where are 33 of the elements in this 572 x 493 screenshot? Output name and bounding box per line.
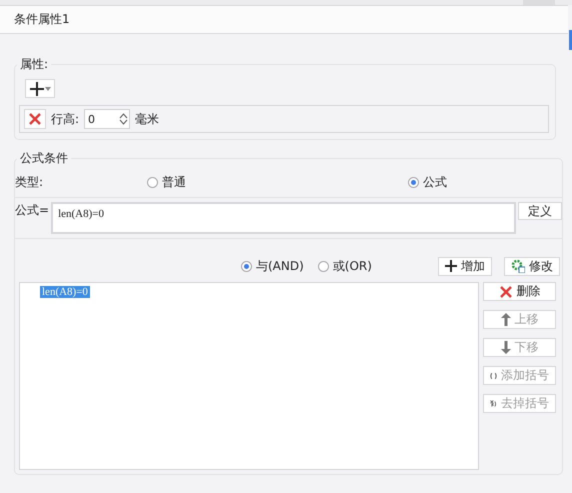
delete-button[interactable]: 删除: [483, 282, 556, 301]
spin-up-icon: [119, 113, 128, 119]
radio-button[interactable]: 公式: [408, 174, 448, 190]
radio-button[interactable]: 普通: [147, 174, 186, 190]
group-legend: 属性:: [17, 56, 52, 73]
field-label: 公式=: [15, 202, 50, 219]
formula-field[interactable]: len(A8)=0: [51, 202, 516, 234]
number-spinner[interactable]: 0: [84, 109, 130, 129]
radio-label: 与(AND): [256, 258, 304, 274]
plus-icon: [30, 82, 44, 96]
remove-button[interactable]: [24, 109, 46, 129]
radio-label: 普通: [162, 174, 186, 190]
plus-icon: [445, 260, 457, 272]
panel-title: 条件属性1: [14, 11, 70, 28]
up-arrow-icon: [500, 313, 510, 326]
delete-icon: [28, 112, 42, 126]
field-label: 行高:: [51, 110, 80, 128]
caret-icon: [44, 86, 50, 90]
field-label: 类型:: [15, 174, 44, 190]
radio-label: 或(OR): [332, 258, 372, 274]
add-button[interactable]: 增加: [438, 256, 492, 276]
radio-label: 公式: [423, 174, 448, 190]
spin-down-icon: [119, 119, 128, 125]
group-legend: 公式条件: [17, 150, 71, 167]
modify-button[interactable]: 修改: [504, 256, 560, 276]
radio-button[interactable]: 或(OR): [318, 258, 372, 274]
scroll-marker: [569, 30, 572, 50]
radio-button[interactable]: 与(AND): [241, 258, 304, 274]
define-button[interactable]: 定义: [518, 202, 562, 220]
delete-icon: [498, 284, 512, 298]
unit-label: 毫米: [135, 110, 160, 128]
down-arrow-icon: [500, 341, 510, 354]
add-dropdown-button[interactable]: [25, 79, 55, 98]
